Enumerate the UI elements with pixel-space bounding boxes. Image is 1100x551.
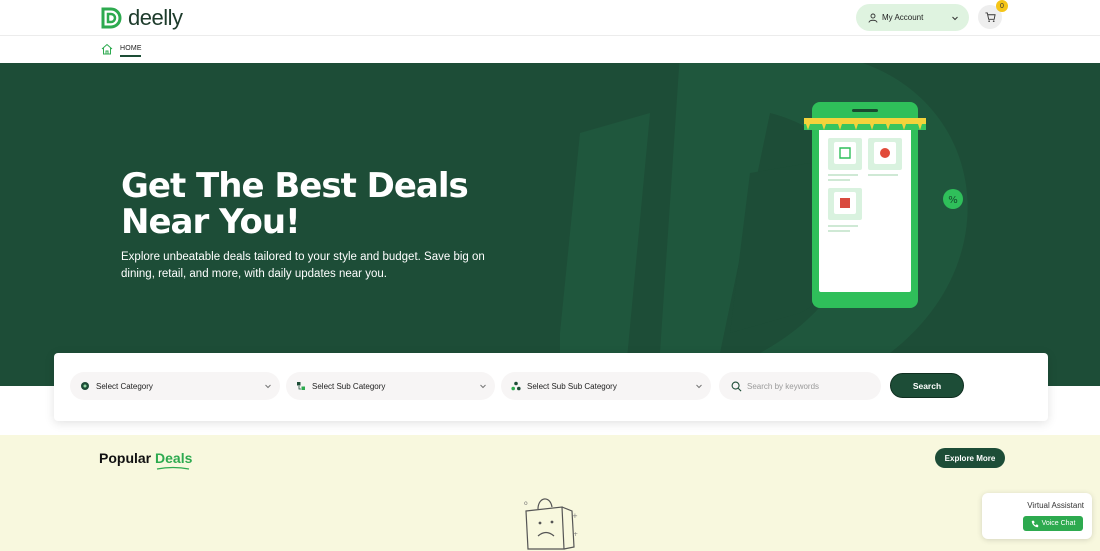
search-button[interactable]: Search bbox=[890, 373, 964, 398]
voice-chat-button[interactable]: Voice Chat bbox=[1023, 516, 1083, 531]
hero-title-line-2: Near You! bbox=[121, 202, 301, 242]
user-icon bbox=[868, 13, 878, 23]
keyword-search-field[interactable] bbox=[719, 372, 881, 400]
svg-text:+: + bbox=[573, 531, 578, 538]
select-sub-category-dropdown[interactable]: Select Sub Category bbox=[286, 372, 495, 400]
virtual-assistant-title: Virtual Assistant bbox=[1027, 501, 1084, 510]
brand-logo[interactable]: deelly bbox=[100, 5, 183, 31]
empty-shopping-bag-icon: o + + bbox=[524, 498, 578, 550]
select-category-dropdown[interactable]: Select Category bbox=[70, 372, 280, 400]
category-icon bbox=[81, 382, 89, 390]
breadcrumb: HOME bbox=[0, 37, 1100, 63]
select-sub-sub-category-label: Select Sub Sub Category bbox=[527, 381, 617, 391]
top-header: deelly My Account 0 bbox=[0, 0, 1100, 36]
sub-category-icon bbox=[297, 382, 305, 390]
svg-text:o: o bbox=[524, 500, 528, 507]
phone-icon bbox=[1031, 520, 1038, 527]
my-account-label: My Account bbox=[882, 13, 924, 22]
heading-underline-swoosh bbox=[156, 466, 190, 470]
cart-icon bbox=[984, 11, 996, 22]
awning bbox=[804, 118, 926, 130]
popular-deals-heading-accent: Deals bbox=[155, 450, 193, 466]
voice-chat-label: Voice Chat bbox=[1041, 520, 1076, 527]
my-account-dropdown[interactable]: My Account bbox=[856, 4, 969, 31]
virtual-assistant-widget: Virtual Assistant Voice Chat bbox=[982, 493, 1092, 539]
chevron-down-icon bbox=[265, 384, 271, 389]
search-icon bbox=[731, 381, 742, 391]
hero-title-line-1: Get The Best Deals bbox=[121, 166, 469, 206]
popular-deals-heading: Popular Deals bbox=[99, 450, 192, 466]
chevron-down-icon bbox=[480, 384, 486, 389]
hero-title: Get The Best Deals Near You! bbox=[121, 168, 541, 240]
breadcrumb-active-underline bbox=[120, 55, 141, 57]
phone-shop-illustration: % bbox=[804, 102, 963, 308]
hero-subtitle: Explore unbeatable deals tailored to you… bbox=[121, 251, 485, 280]
popular-deals-section: Popular Deals Explore More o + + bbox=[0, 435, 1100, 551]
deelly-logo-icon bbox=[101, 7, 122, 29]
keyword-search-input[interactable] bbox=[747, 381, 877, 391]
explore-more-button[interactable]: Explore More bbox=[935, 448, 1005, 468]
breadcrumb-home-link[interactable]: HOME bbox=[120, 45, 142, 52]
svg-text:%: % bbox=[948, 195, 958, 206]
sub-sub-category-icon bbox=[511, 381, 521, 391]
home-icon[interactable] bbox=[101, 43, 113, 55]
deal-search-panel: Select Category Select Sub Category Sele… bbox=[54, 353, 1048, 421]
hero-banner: Get The Best Deals Near You! Explore unb… bbox=[0, 63, 1100, 386]
cart-count-badge: 0 bbox=[996, 0, 1008, 12]
chevron-down-icon bbox=[952, 16, 958, 20]
svg-text:+: + bbox=[572, 512, 578, 520]
chevron-down-icon bbox=[696, 384, 702, 389]
select-sub-sub-category-dropdown[interactable]: Select Sub Sub Category bbox=[501, 372, 711, 400]
select-sub-category-label: Select Sub Category bbox=[312, 381, 386, 391]
logo-text: deelly bbox=[128, 5, 183, 30]
select-category-label: Select Category bbox=[96, 381, 153, 391]
popular-deals-heading-prefix: Popular bbox=[99, 450, 152, 466]
